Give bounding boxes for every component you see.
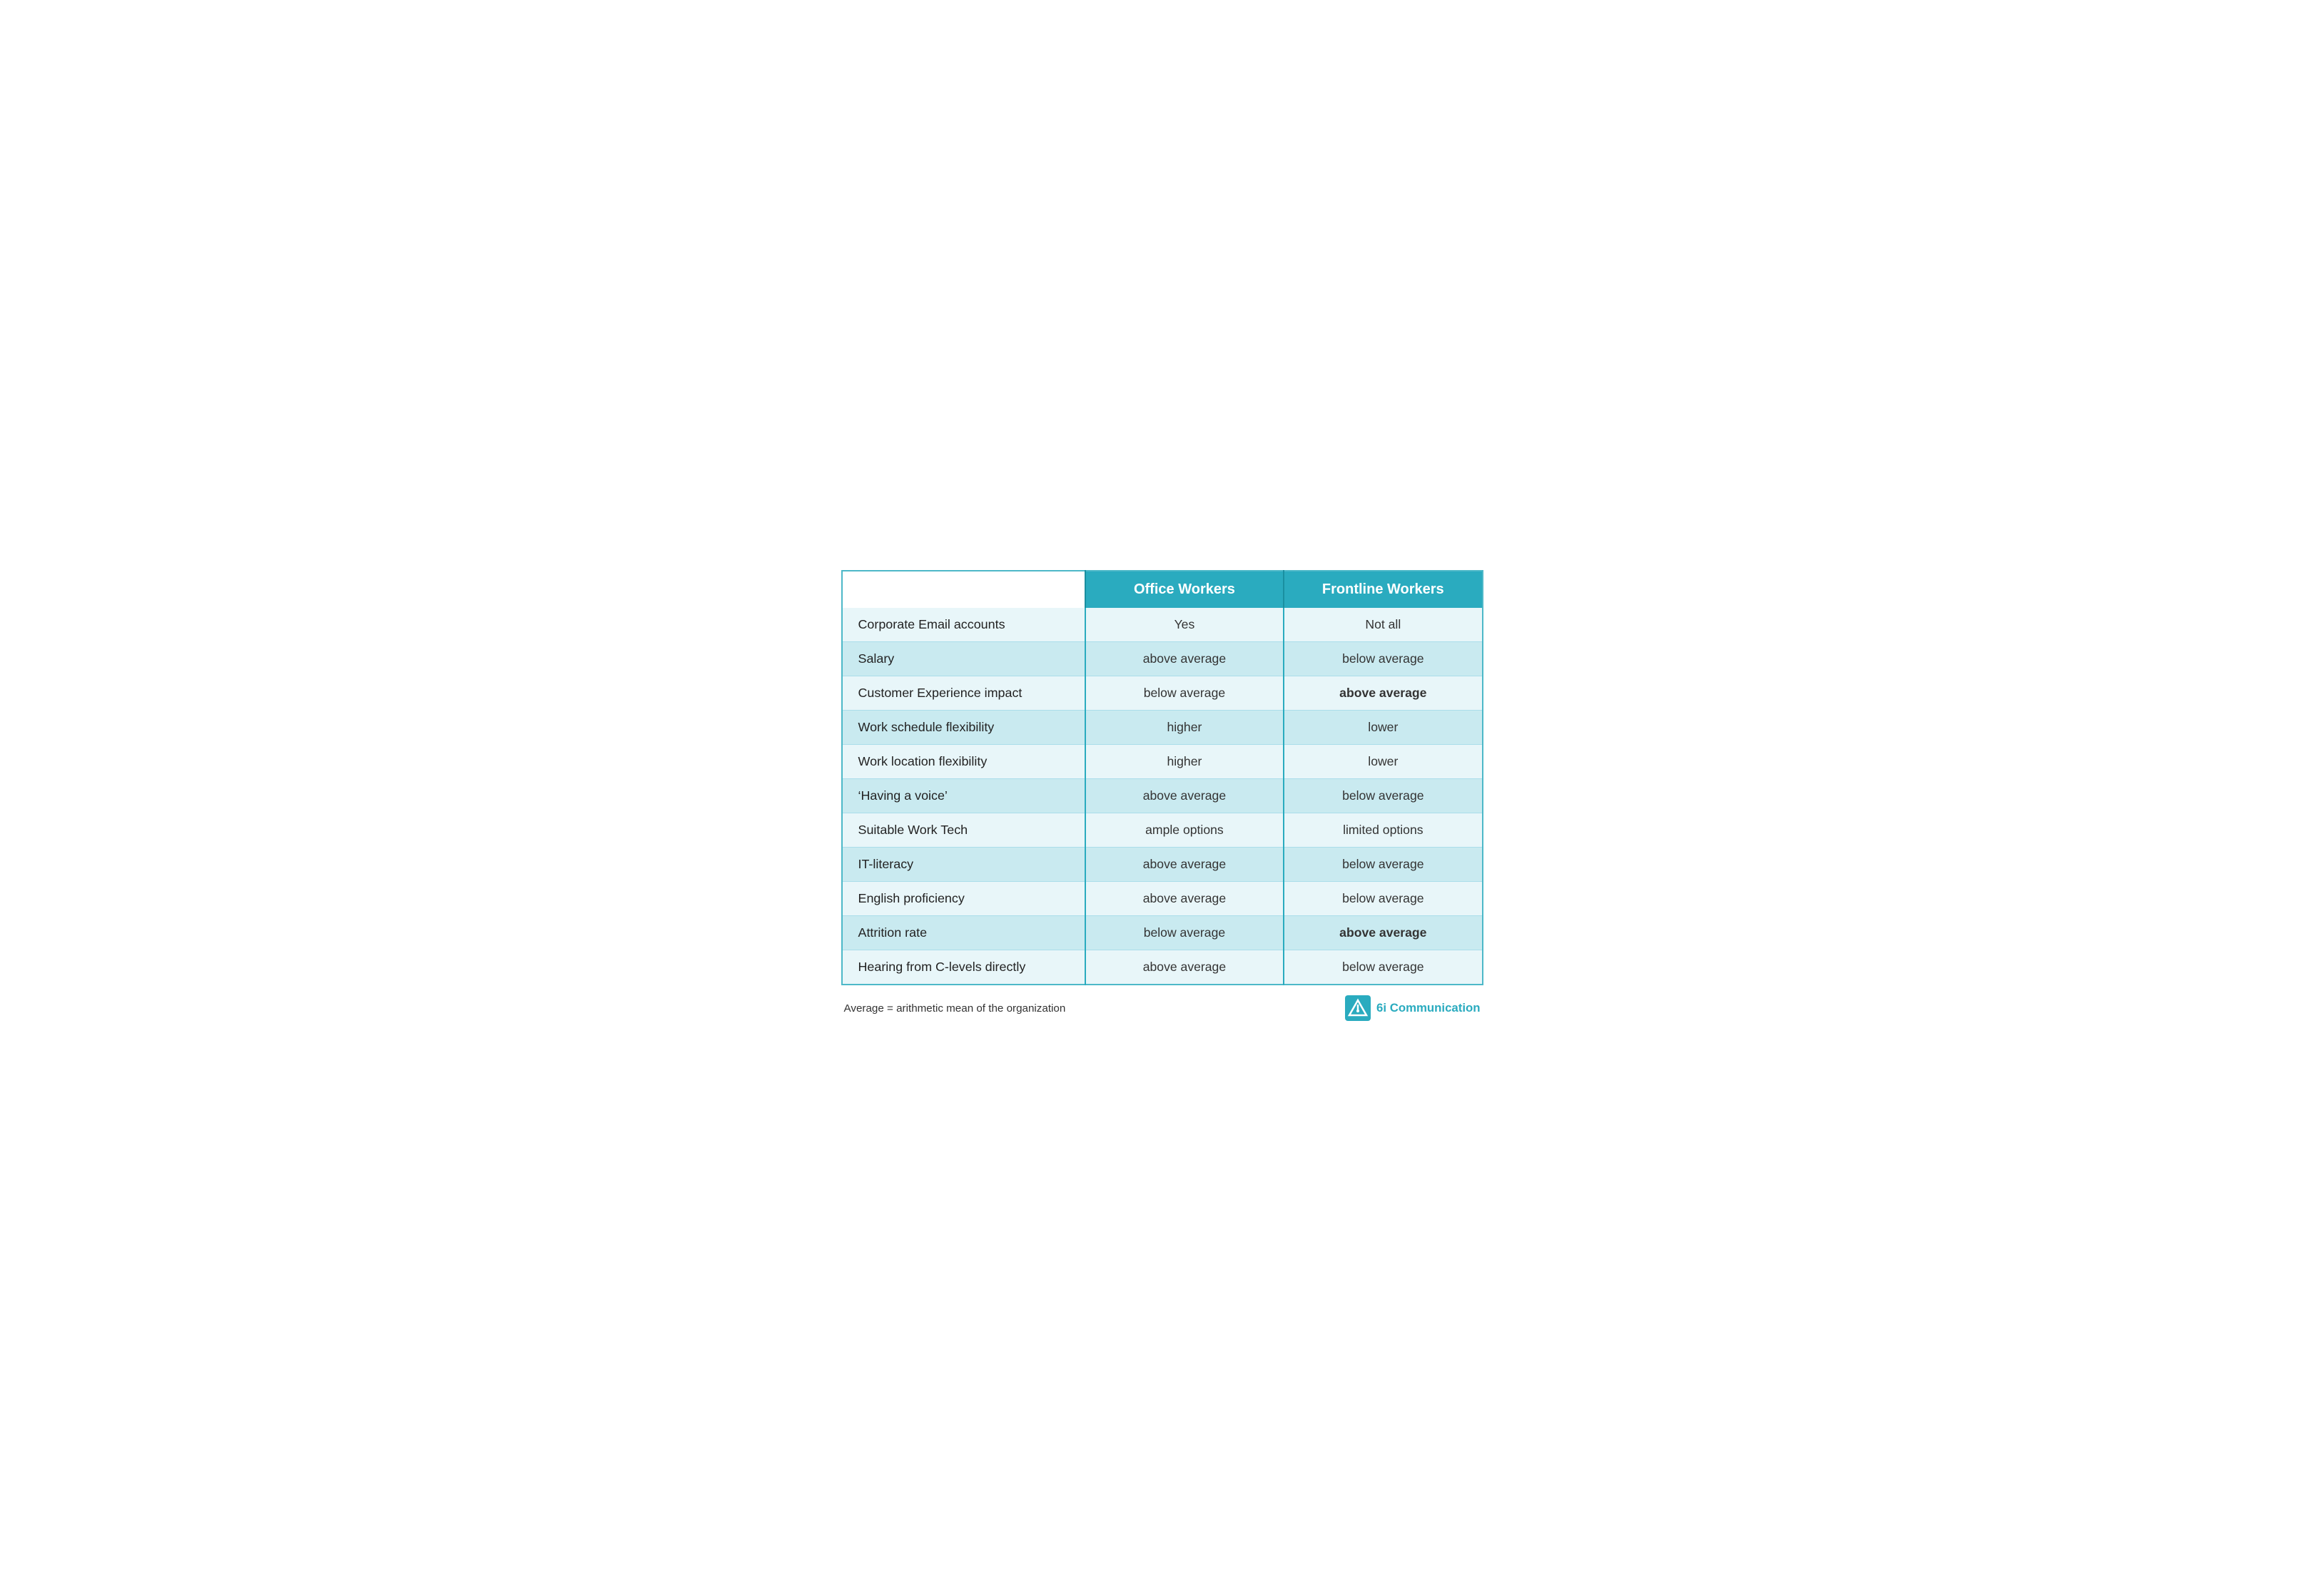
cell-feature: ‘Having a voice’ [842,779,1085,813]
table-row: Work schedule flexibilityhigherlower [842,711,1483,745]
cell-feature: Customer Experience impact [842,676,1085,711]
cell-office: above average [1085,950,1284,985]
cell-feature: IT-literacy [842,848,1085,882]
cell-office: ample options [1085,813,1284,848]
cell-office: higher [1085,711,1284,745]
cell-feature: Work schedule flexibility [842,711,1085,745]
footer: Average = arithmetic mean of the organiz… [841,995,1483,1021]
cell-office: above average [1085,642,1284,676]
table-row: English proficiencyabove averagebelow av… [842,882,1483,916]
table-row: Salaryabove averagebelow average [842,642,1483,676]
cell-feature: Hearing from C-levels directly [842,950,1085,985]
cell-frontline: below average [1284,950,1482,985]
cell-feature: Attrition rate [842,916,1085,950]
table-row: Hearing from C-levels directlyabove aver… [842,950,1483,985]
cell-frontline: limited options [1284,813,1482,848]
cell-frontline: below average [1284,779,1482,813]
cell-office: below average [1085,676,1284,711]
cell-office: above average [1085,882,1284,916]
cell-frontline: above average [1284,676,1482,711]
cell-feature: Work location flexibility [842,745,1085,779]
table-row: IT-literacyabove averagebelow average [842,848,1483,882]
cell-feature: Corporate Email accounts [842,608,1085,642]
cell-feature: English proficiency [842,882,1085,916]
table-row: Attrition ratebelow averageabove average [842,916,1483,950]
header-office-workers: Office Workers [1085,571,1284,608]
table-row: Suitable Work Techample optionslimited o… [842,813,1483,848]
cell-frontline: below average [1284,848,1482,882]
cell-office: Yes [1085,608,1284,642]
cell-feature: Suitable Work Tech [842,813,1085,848]
cell-office: above average [1085,779,1284,813]
logo-icon [1345,995,1371,1021]
header-frontline-workers: Frontline Workers [1284,571,1482,608]
cell-frontline: below average [1284,642,1482,676]
cell-office: above average [1085,848,1284,882]
table-row: ‘Having a voice’above averagebelow avera… [842,779,1483,813]
comparison-table: Office Workers Frontline Workers Corpora… [841,570,1483,985]
cell-frontline: lower [1284,711,1482,745]
table-row: Work location flexibilityhigherlower [842,745,1483,779]
page-wrapper: Office Workers Frontline Workers Corpora… [841,570,1483,1021]
table-row: Customer Experience impactbelow averagea… [842,676,1483,711]
cell-frontline: above average [1284,916,1482,950]
cell-office: higher [1085,745,1284,779]
cell-frontline: below average [1284,882,1482,916]
table-row: Corporate Email accountsYesNot all [842,608,1483,642]
header-feature [842,571,1085,608]
cell-feature: Salary [842,642,1085,676]
cell-frontline: Not all [1284,608,1482,642]
cell-frontline: lower [1284,745,1482,779]
footer-note: Average = arithmetic mean of the organiz… [844,1002,1066,1015]
logo-area: 6i Communication [1345,995,1480,1021]
logo-text: 6i Communication [1376,1001,1480,1015]
cell-office: below average [1085,916,1284,950]
